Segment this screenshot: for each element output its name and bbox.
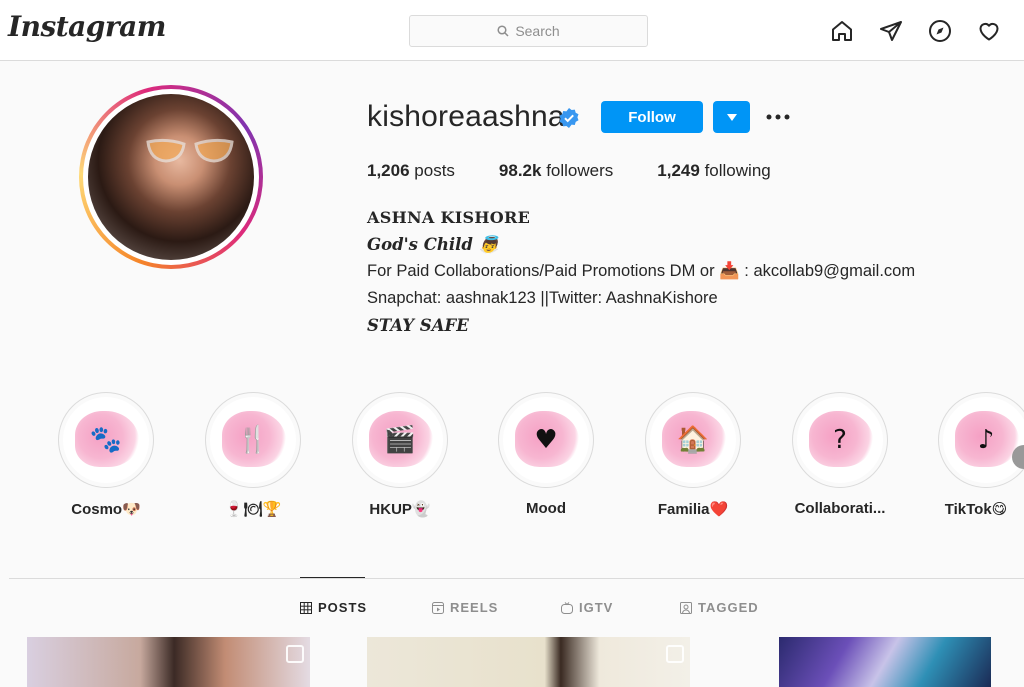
profile-stats: 1,206 posts 98.2k followers 1,249 follow… (367, 161, 815, 181)
post-thumbnail[interactable] (367, 637, 690, 687)
search-icon (497, 25, 509, 37)
sunglasses-graphic (146, 138, 234, 163)
direct-message-icon[interactable] (877, 17, 904, 44)
search-placeholder: Search (515, 23, 560, 39)
top-navigation-bar: Instagram Search (0, 0, 1024, 61)
story-ring[interactable] (79, 85, 263, 269)
tab-tagged[interactable]: TAGGED (680, 600, 759, 615)
home-icon[interactable] (828, 17, 855, 44)
tab-tagged-label: TAGGED (698, 600, 759, 615)
tab-igtv-label: IGTV (579, 600, 614, 615)
bio-line-3: Snapchat: aashnak123 ||Twitter: AashnaKi… (367, 289, 718, 307)
post-thumbnail[interactable] (27, 637, 310, 687)
followers-stat[interactable]: 98.2k followers (499, 161, 613, 181)
bio-line-1: God's Child 👼 (367, 235, 500, 254)
ellipsis-icon (766, 114, 790, 120)
profile-username: kishoreaashna (367, 100, 565, 133)
active-tab-indicator (300, 577, 365, 578)
following-count: 1,249 (657, 161, 700, 180)
video-icon (286, 645, 304, 663)
music-note-icon: ♪ (977, 425, 995, 455)
suggested-accounts-dropdown-button[interactable] (713, 101, 750, 133)
posts-count-stat: 1,206 posts (367, 161, 455, 181)
tabs-divider (9, 578, 1024, 579)
tagged-icon (680, 601, 692, 614)
story-highlight[interactable]: 🎬 HKUP👻 (352, 392, 448, 518)
highlight-label: TikTok😋 (944, 501, 1008, 518)
highlight-label: Cosmo🐶 (71, 501, 141, 518)
tab-reels[interactable]: REELS (432, 600, 498, 615)
more-options-button[interactable] (764, 105, 792, 129)
following-label: following (704, 161, 771, 180)
chevron-down-icon (726, 113, 737, 121)
story-highlight[interactable]: 🐾 Cosmo🐶 (58, 392, 154, 518)
bio-line-4: STAY SAFE (367, 316, 469, 335)
question-mark-icon: ? (833, 425, 847, 455)
following-stat[interactable]: 1,249 following (657, 161, 770, 181)
followers-label: followers (546, 161, 614, 180)
story-highlight[interactable]: ♥ Mood (498, 392, 594, 517)
post-thumbnail[interactable] (779, 637, 991, 687)
bio-line-2: For Paid Collaborations/Paid Promotions … (367, 262, 915, 281)
tab-igtv[interactable]: IGTV (561, 600, 613, 615)
bio-email-link[interactable]: akcollab9@gmail.com (753, 262, 915, 280)
reels-icon (432, 601, 444, 614)
clapperboard-icon: 🎬 (383, 425, 417, 455)
followers-count: 98.2k (498, 161, 542, 180)
tab-posts[interactable]: POSTS (300, 600, 367, 615)
highlight-label: Mood (526, 500, 566, 517)
profile-avatar[interactable] (88, 94, 254, 260)
follow-button[interactable]: Follow (601, 101, 703, 133)
highlight-label: Familia❤️ (657, 501, 729, 518)
highlight-label: Collaborati... (794, 500, 886, 517)
posts-count: 1,206 (367, 161, 410, 180)
story-highlight[interactable]: 🍴 🍷🍽🏆 (205, 392, 301, 518)
verified-badge-icon (559, 108, 579, 128)
story-highlight[interactable]: 🏠 Familia❤️ (645, 392, 741, 518)
grid-icon (300, 601, 312, 614)
posts-label: posts (414, 161, 455, 180)
heart-speech-bubble-icon: ♥ (534, 425, 558, 455)
instagram-logo[interactable]: Instagram (8, 10, 166, 43)
heart-house-icon: 🏠 (676, 425, 710, 455)
fork-knife-icon: 🍴 (236, 425, 270, 455)
paw-prints-icon: 🐾 (89, 425, 123, 455)
bio-line-2-text: For Paid Collaborations/Paid Promotions … (367, 262, 754, 280)
carousel-icon (666, 645, 684, 663)
tab-posts-label: POSTS (318, 600, 368, 615)
tab-reels-label: REELS (450, 600, 499, 615)
profile-full-name: ASHNA KISHORE (367, 208, 531, 227)
story-highlight[interactable]: ? Collaborati... (792, 392, 888, 517)
search-input[interactable]: Search (409, 15, 648, 47)
highlight-label: 🍷🍽🏆 (224, 501, 282, 518)
explore-compass-icon[interactable] (926, 17, 953, 44)
igtv-icon (561, 601, 573, 614)
story-highlight[interactable]: ♪ TikTok😋 (928, 392, 1024, 518)
heart-activity-icon[interactable] (975, 17, 1002, 44)
highlight-label: HKUP👻 (369, 501, 431, 518)
